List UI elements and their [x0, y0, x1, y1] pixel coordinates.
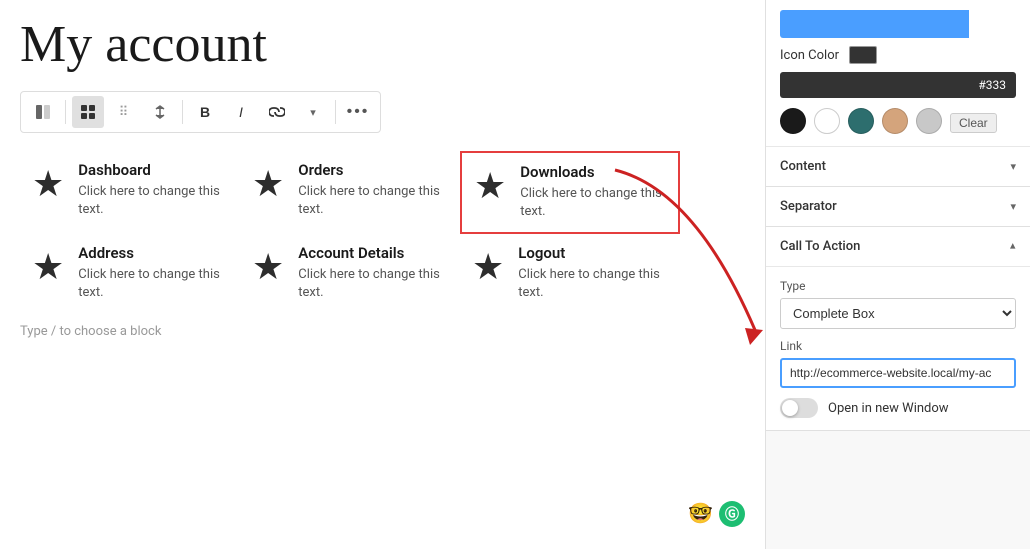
- icon-desc-logout: Click here to change this text.: [518, 266, 668, 302]
- accordion-cta-label: Call To Action: [780, 239, 860, 254]
- clear-color-button[interactable]: Clear: [950, 113, 997, 133]
- grid-view-button[interactable]: [72, 96, 104, 128]
- icon-desc-downloads: Click here to change this text.: [520, 185, 666, 221]
- color-top-section: Icon Color #333 Clear: [766, 0, 1030, 147]
- open-new-window-toggle[interactable]: [780, 398, 818, 418]
- chevron-separator-icon: ▾: [1010, 200, 1016, 213]
- right-sidebar: Icon Color #333 Clear Content ▾ Separato…: [765, 0, 1030, 549]
- icon-text-downloads: Downloads Click here to change this text…: [520, 163, 666, 221]
- icon-text-logout: Logout Click here to change this text.: [518, 244, 668, 302]
- icon-title-dashboard: Dashboard: [78, 161, 228, 179]
- icon-item-downloads[interactable]: ★ Downloads Click here to change this te…: [460, 151, 680, 233]
- icon-text-account-details: Account Details Click here to change thi…: [298, 244, 448, 302]
- link-field-label: Link: [780, 339, 1016, 353]
- emoji-grammarly-button[interactable]: Ⓖ: [719, 501, 745, 527]
- floating-icons-bar: 🤓 Ⓖ: [688, 501, 745, 527]
- swatch-peach[interactable]: [882, 108, 908, 134]
- accordion-separator: Separator ▾: [766, 187, 1030, 227]
- dropdown-chevron-button[interactable]: ▾: [297, 96, 329, 128]
- icon-item-orders[interactable]: ★ Orders Click here to change this text.: [240, 151, 460, 233]
- icon-desc-account-details: Click here to change this text.: [298, 266, 448, 302]
- link-button[interactable]: [261, 96, 293, 128]
- toggle-knob: [782, 400, 798, 416]
- bold-button[interactable]: B: [189, 96, 221, 128]
- type-select[interactable]: Complete Box Button Only Image Only: [780, 298, 1016, 329]
- icon-item-logout[interactable]: ★ Logout Click here to change this text.: [460, 234, 680, 312]
- chevron-cta-icon: ▾: [1010, 240, 1016, 253]
- accordion-cta-header[interactable]: Call To Action ▾: [766, 227, 1030, 267]
- icon-item-dashboard[interactable]: ★ Dashboard Click here to change this te…: [20, 151, 240, 233]
- drag-handle-button[interactable]: ⠿: [108, 96, 140, 128]
- icon-text-orders: Orders Click here to change this text.: [298, 161, 448, 219]
- star-icon-downloads: ★: [474, 165, 506, 207]
- toolbar-divider-3: [335, 100, 336, 124]
- type-block-hint: Type / to choose a block: [20, 324, 745, 339]
- icon-desc-dashboard: Click here to change this text.: [78, 183, 228, 219]
- accordion-call-to-action: Call To Action ▾ Type Complete Box Butto…: [766, 227, 1030, 431]
- chevron-content-icon: ▾: [1010, 160, 1016, 173]
- accordion-content-header[interactable]: Content ▾: [766, 147, 1030, 186]
- star-icon-logout: ★: [472, 246, 504, 288]
- icon-title-address: Address: [78, 244, 228, 262]
- more-options-button[interactable]: •••: [342, 96, 374, 128]
- star-icon-dashboard: ★: [32, 163, 64, 205]
- italic-button[interactable]: I: [225, 96, 257, 128]
- icon-item-account-details[interactable]: ★ Account Details Click here to change t…: [240, 234, 460, 312]
- star-icon-address: ★: [32, 246, 64, 288]
- icon-color-label: Icon Color: [780, 48, 839, 63]
- open-new-window-label: Open in new Window: [828, 401, 949, 416]
- color-bar-preview: [780, 10, 1016, 38]
- icon-desc-address: Click here to change this text.: [78, 266, 228, 302]
- content-area: My account ⠿: [0, 0, 765, 549]
- icon-title-account-details: Account Details: [298, 244, 448, 262]
- toolbar-divider-1: [65, 100, 66, 124]
- accordion-separator-header[interactable]: Separator ▾: [766, 187, 1030, 226]
- icon-item-address[interactable]: ★ Address Click here to change this text…: [20, 234, 240, 312]
- star-icon-orders: ★: [252, 163, 284, 205]
- toolbar-divider-2: [182, 100, 183, 124]
- link-input[interactable]: [780, 358, 1016, 388]
- type-field-label: Type: [780, 279, 1016, 293]
- swatch-black[interactable]: [780, 108, 806, 134]
- color-swatches: Clear: [780, 108, 1016, 134]
- block-toolbar: ⠿ B I ▾ •••: [20, 91, 381, 133]
- arrows-button[interactable]: [144, 96, 176, 128]
- star-icon-account-details: ★: [252, 246, 284, 288]
- layout-toggle-button[interactable]: [27, 96, 59, 128]
- icon-text-address: Address Click here to change this text.: [78, 244, 228, 302]
- accordion-content-label: Content: [780, 159, 826, 174]
- icon-title-logout: Logout: [518, 244, 668, 262]
- emoji-nerd-button[interactable]: 🤓: [688, 501, 713, 527]
- swatch-teal[interactable]: [848, 108, 874, 134]
- icon-title-orders: Orders: [298, 161, 448, 179]
- icon-title-downloads: Downloads: [520, 163, 666, 181]
- icon-color-swatch[interactable]: [849, 46, 877, 64]
- icon-grid: ★ Dashboard Click here to change this te…: [20, 151, 745, 312]
- icon-text-dashboard: Dashboard Click here to change this text…: [78, 161, 228, 219]
- accordion-content: Content ▾: [766, 147, 1030, 187]
- swatch-light-gray[interactable]: [916, 108, 942, 134]
- swatch-white[interactable]: [814, 108, 840, 134]
- open-new-window-row: Open in new Window: [780, 398, 1016, 418]
- icon-desc-orders: Click here to change this text.: [298, 183, 448, 219]
- accordion-separator-label: Separator: [780, 199, 837, 214]
- page-title: My account: [20, 16, 745, 73]
- color-hex-bar[interactable]: #333: [780, 72, 1016, 98]
- icon-color-row: Icon Color: [780, 46, 1016, 64]
- accordion-cta-body: Type Complete Box Button Only Image Only…: [766, 267, 1030, 430]
